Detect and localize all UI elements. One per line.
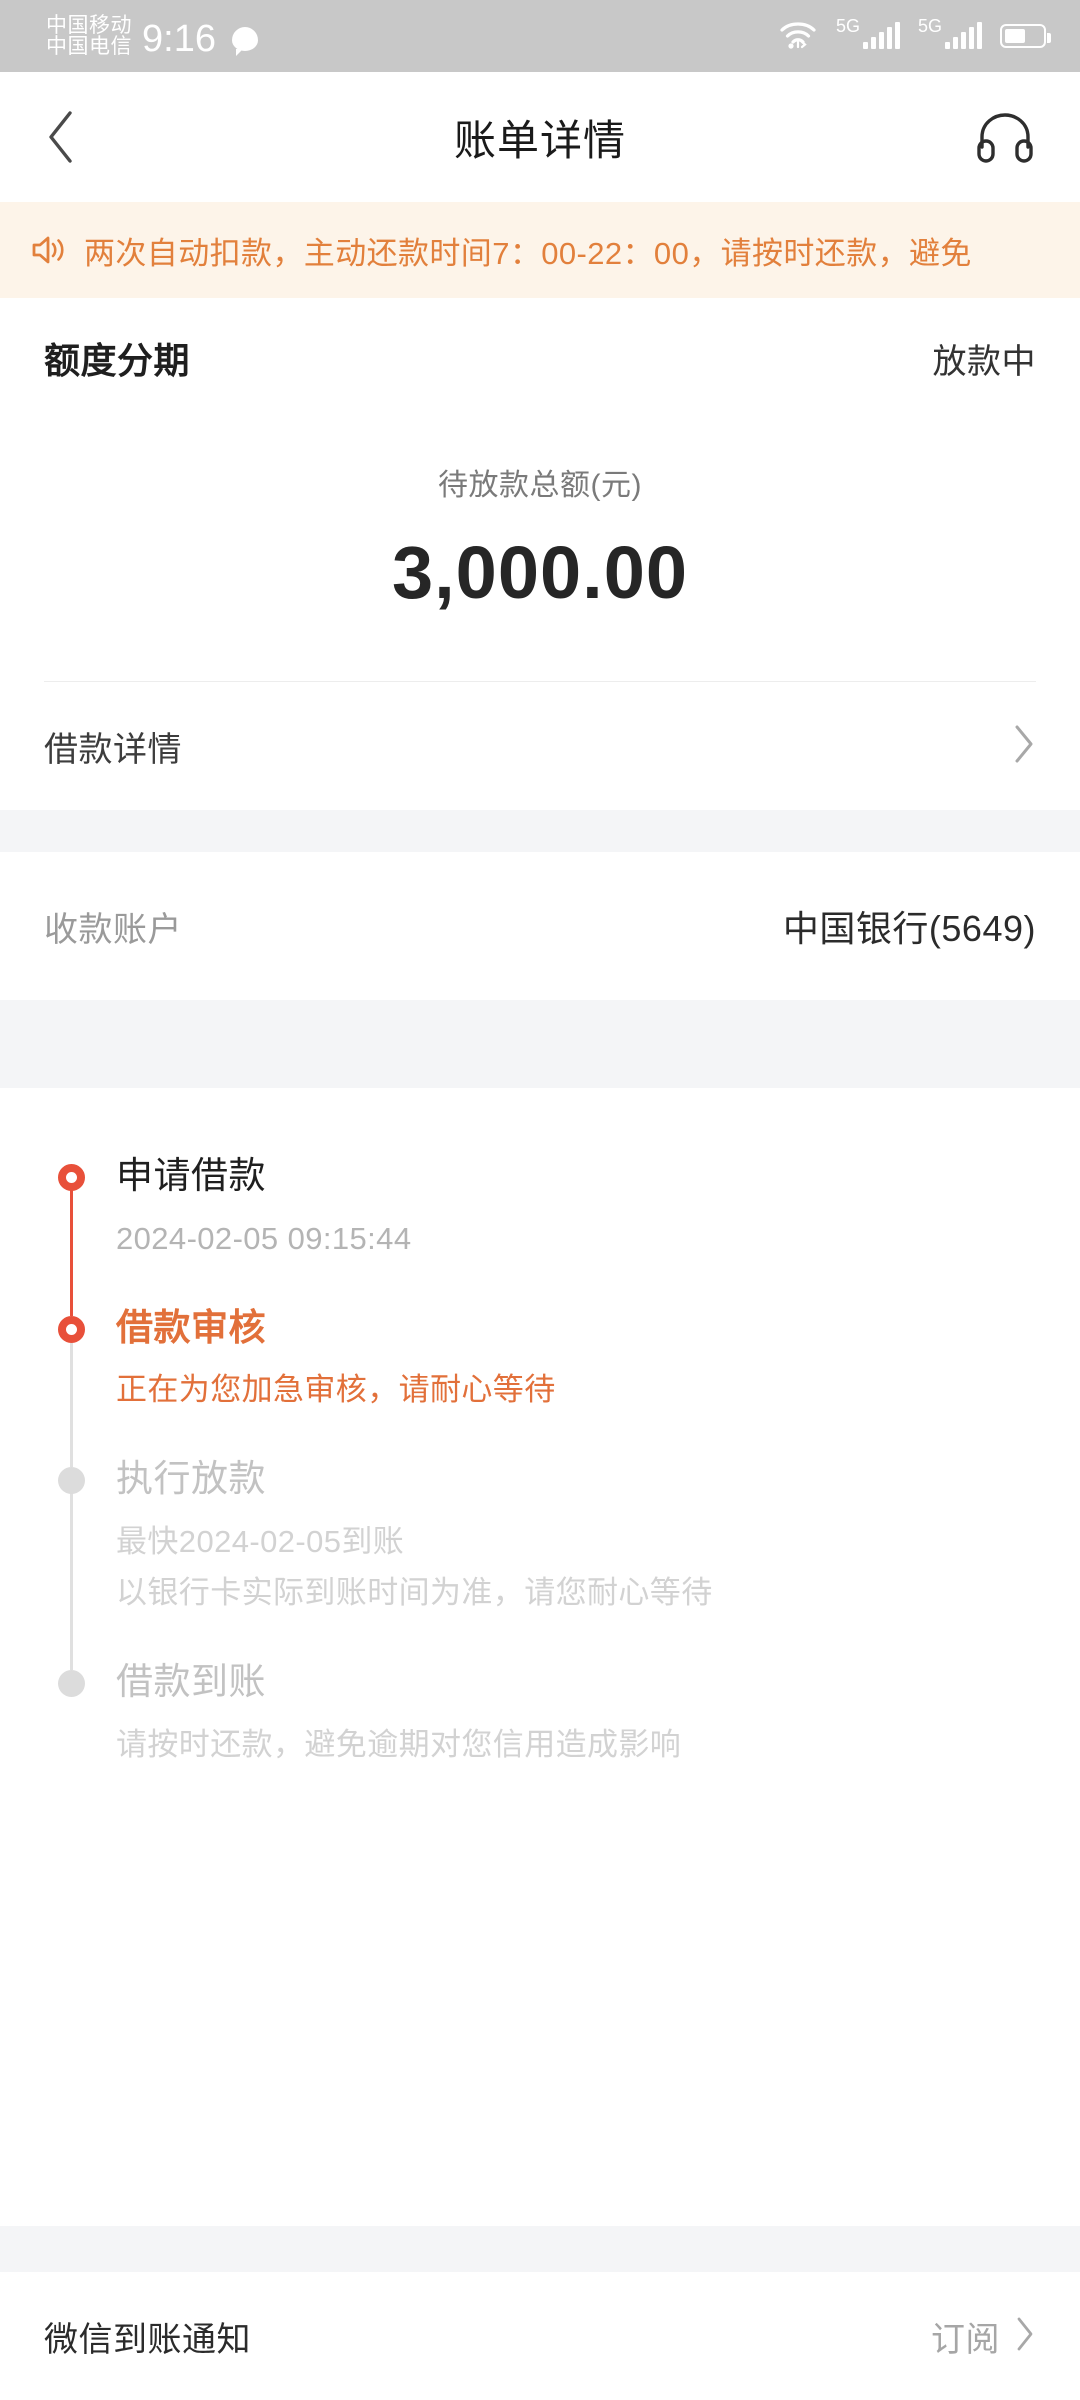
chevron-right-icon bbox=[1014, 2315, 1036, 2358]
network-type-label-2: 5G bbox=[917, 16, 942, 36]
battery-icon bbox=[1000, 24, 1051, 48]
timeline-step: 申请借款 2024-02-05 09:15:44 bbox=[54, 1155, 1036, 1316]
amount-value: 3,000.00 bbox=[391, 531, 689, 614]
timeline-connector bbox=[70, 1170, 73, 1316]
carrier-secondary: 中国电信 bbox=[46, 35, 132, 58]
timeline-dot-idle bbox=[58, 1467, 85, 1495]
chevron-left-icon bbox=[49, 111, 72, 163]
timeline-step: 借款审核 正在为您加急审核，请耐心等待 bbox=[54, 1306, 1036, 1468]
timeline-step: 借款到账 请按时还款，避免逾期对您信用造成影响 bbox=[54, 1660, 1036, 1768]
section-gap-2 bbox=[0, 1000, 1080, 1088]
product-header-row: 额度分期 放款中 bbox=[44, 298, 1036, 418]
section-gap-1 bbox=[0, 810, 1080, 852]
status-bar-right: 5G 5G bbox=[778, 17, 1051, 54]
loan-detail-row[interactable]: 借款详情 bbox=[0, 682, 1080, 810]
signal-indicator-1: 5G bbox=[836, 17, 900, 49]
timeline-step: 执行放款 最快2024-02-05到账 以银行卡实际到账时间为准，请您耐心等待 bbox=[54, 1458, 1036, 1670]
loan-detail-label: 借款详情 bbox=[44, 730, 182, 769]
timeline-connector bbox=[70, 1321, 73, 1468]
status-bar: 中国移动 中国电信 9:16 5G 5G bbox=[0, 0, 1080, 72]
navigation-bar: 账单详情 bbox=[0, 72, 1080, 202]
status-bar-clock: 9:16 bbox=[142, 17, 216, 60]
timeline-step-subtitle: 请按时还款，避免逾期对您信用造成影响 bbox=[116, 1726, 682, 1762]
timeline-step-title: 申请借款 bbox=[116, 1155, 266, 1196]
app-screen: 中国移动 中国电信 9:16 5G 5G 账单详情 两次自动扣款，主动还款时间7… bbox=[0, 0, 1080, 2400]
carrier-primary: 中国移动 bbox=[46, 13, 132, 37]
wechat-notification-row[interactable]: 微信到账通知 订阅 bbox=[0, 2272, 1080, 2400]
subscribe-label: 订阅 bbox=[931, 2320, 1000, 2359]
back-button[interactable] bbox=[44, 107, 104, 167]
timeline-step-title: 借款到账 bbox=[116, 1660, 266, 1702]
timeline-dot-active bbox=[58, 1164, 85, 1191]
status-bar-left: 中国移动 中国电信 9:16 bbox=[46, 13, 258, 60]
amount-block: 待放款总额(元) 3,000.00 bbox=[44, 418, 1036, 681]
receiving-account-row: 收款账户 中国银行(5649) bbox=[0, 852, 1080, 1000]
subscribe-action[interactable]: 订阅 bbox=[931, 2312, 1036, 2361]
receiving-account-value: 中国银行(5649) bbox=[782, 908, 1036, 949]
message-bubble-icon bbox=[231, 27, 258, 56]
signal-bars-1 bbox=[862, 22, 900, 49]
headset-icon bbox=[977, 113, 1033, 163]
notice-banner[interactable]: 两次自动扣款，主动还款时间7：00-22：00，请按时还款，避免 bbox=[0, 202, 1080, 298]
network-type-label-1: 5G bbox=[835, 16, 860, 36]
signal-indicator-2: 5G bbox=[918, 17, 982, 49]
receiving-account-label: 收款账户 bbox=[44, 910, 182, 949]
timeline-step-subtitle: 2024-02-05 09:15:44 bbox=[116, 1220, 412, 1256]
timeline-dot-active bbox=[58, 1315, 85, 1343]
page-title: 账单详情 bbox=[453, 116, 626, 164]
timeline-connector bbox=[70, 1473, 73, 1670]
timeline-step-title: 执行放款 bbox=[116, 1458, 266, 1500]
summary-card: 额度分期 放款中 待放款总额(元) 3,000.00 bbox=[0, 298, 1080, 681]
product-name: 额度分期 bbox=[44, 340, 191, 381]
loan-progress-timeline: 申请借款 2024-02-05 09:15:44 借款审核 正在为您加急审核，请… bbox=[0, 1088, 1080, 2226]
customer-service-button[interactable] bbox=[974, 106, 1036, 168]
wechat-notification-label: 微信到账通知 bbox=[44, 2320, 251, 2359]
timeline-step-title: 借款审核 bbox=[116, 1306, 266, 1348]
carrier-labels: 中国移动 中国电信 bbox=[46, 13, 132, 58]
timeline-dot-idle bbox=[58, 1669, 85, 1697]
signal-bars-2 bbox=[945, 22, 982, 49]
status-badge: 放款中 bbox=[932, 342, 1036, 381]
footer-gap bbox=[0, 2226, 1080, 2272]
timeline-step-subtitle: 正在为您加急审核，请耐心等待 bbox=[116, 1372, 556, 1408]
amount-label: 待放款总额(元) bbox=[438, 469, 642, 502]
speaker-icon bbox=[30, 233, 68, 267]
wifi-icon bbox=[778, 19, 818, 54]
chevron-right-icon bbox=[1012, 723, 1036, 770]
timeline-step-subtitle: 最快2024-02-05到账 bbox=[116, 1523, 405, 1559]
timeline-step-note: 以银行卡实际到账时间为准，请您耐心等待 bbox=[116, 1574, 713, 1610]
notice-text: 两次自动扣款，主动还款时间7：00-22：00，请按时还款，避免 bbox=[84, 235, 972, 271]
